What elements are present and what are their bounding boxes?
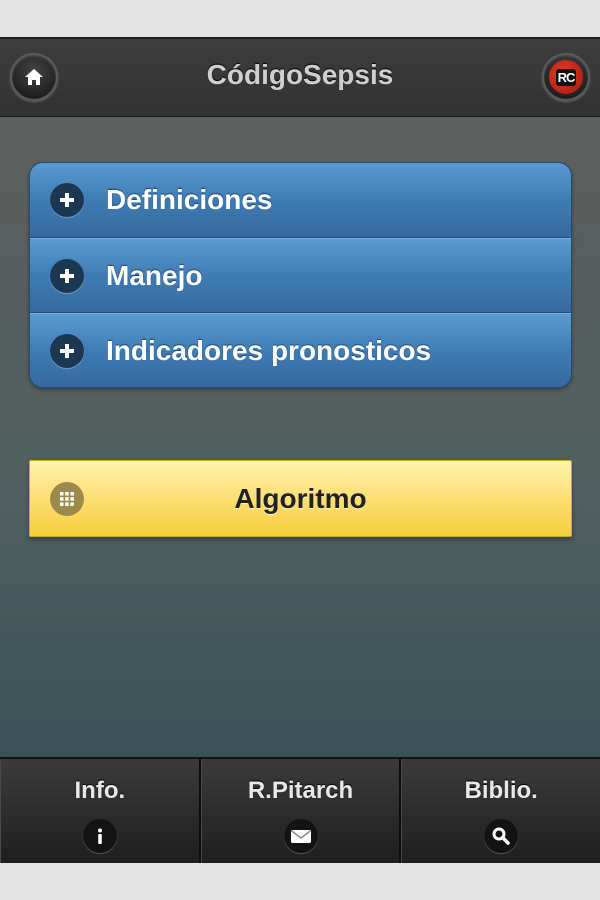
algorithm-label: Algoritmo (234, 482, 367, 514)
plus-icon (50, 258, 84, 293)
menu-item-label: Indicadores pronosticos (106, 334, 432, 366)
menu-item-definiciones[interactable]: Definiciones (30, 163, 571, 238)
app-screen: CódigoSepsis RC Definiciones Manejo Indi… (0, 37, 600, 863)
rc-brand-icon: RC (549, 60, 583, 94)
footer-nav: Info. R.Pitarch Biblio. (0, 757, 600, 863)
tab-info[interactable]: Info. (0, 759, 201, 863)
search-icon (484, 819, 519, 853)
tab-rpitarch[interactable]: R.Pitarch (200, 759, 402, 863)
tab-label: Info. (74, 777, 126, 804)
mail-icon (283, 819, 318, 853)
collapsible-menu: Definiciones Manejo Indicadores pronosti… (29, 162, 572, 388)
header-bar: CódigoSepsis RC (0, 37, 600, 117)
grid-icon (50, 482, 84, 516)
main-content: Definiciones Manejo Indicadores pronosti… (0, 117, 600, 757)
plus-icon (50, 333, 84, 368)
rc-brand-button[interactable]: RC (542, 53, 590, 101)
tab-label: Biblio. (464, 777, 538, 804)
plus-icon (50, 183, 84, 217)
menu-item-label: Definiciones (106, 184, 273, 215)
tab-biblio[interactable]: Biblio. (401, 759, 600, 863)
menu-item-manejo[interactable]: Manejo (30, 238, 571, 313)
menu-item-indicadores[interactable]: Indicadores pronosticos (30, 313, 571, 387)
tab-label: R.Pitarch (247, 777, 354, 804)
menu-item-label: Manejo (106, 259, 203, 291)
brand-text: RC (555, 68, 577, 86)
info-icon (82, 819, 117, 853)
page-title: CódigoSepsis (206, 59, 394, 90)
algorithm-button[interactable]: Algoritmo (29, 460, 572, 537)
